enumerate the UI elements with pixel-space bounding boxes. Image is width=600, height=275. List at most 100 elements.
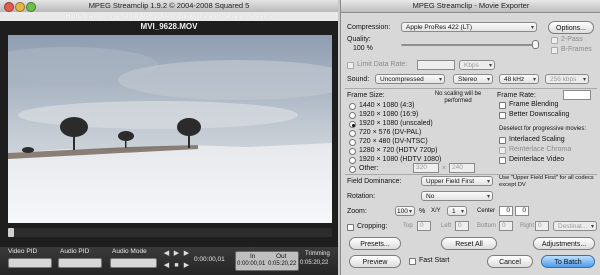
options-button[interactable]: Options...: [548, 21, 594, 34]
data-rate-unit-select[interactable]: Kbps: [459, 60, 495, 70]
interlaced-scaling-label: Interlaced Scaling: [509, 136, 565, 143]
xy-label: X/Y: [431, 208, 441, 214]
frame-size-option-label: 720 × 576 (DV-PAL): [359, 129, 422, 136]
crop-left-input[interactable]: 0: [455, 221, 469, 231]
bottom-label: Bottom: [477, 223, 497, 229]
frame-size-radio[interactable]: [349, 166, 356, 173]
play-icon[interactable]: ▶: [172, 249, 181, 258]
bframes-checkbox[interactable]: [551, 47, 558, 54]
trimming-label: Trimming: [305, 251, 330, 257]
compression-select[interactable]: Apple ProRes 422 (LT): [401, 22, 537, 32]
player-window: MPEG Streamclip 1.9.2 © 2004-2008 Square…: [0, 0, 338, 275]
frame-size-radio[interactable]: [349, 103, 356, 110]
other-x-label: ×: [442, 165, 447, 172]
current-timecode: 0:00:00,01: [194, 256, 225, 263]
cropping-label: Cropping:: [357, 223, 388, 230]
sound-bitrate-select[interactable]: 256 kbps: [545, 74, 589, 84]
rotation-label: Rotation:: [347, 193, 376, 200]
deinterlace-video-checkbox[interactable]: [499, 157, 506, 164]
quality-label: Quality:: [347, 36, 371, 43]
xy-select[interactable]: 1: [447, 206, 467, 216]
reinterlace-chroma-checkbox[interactable]: [499, 147, 506, 154]
frame-size-option-label: 1920 × 1080 (16:9): [359, 111, 419, 118]
cropping-checkbox[interactable]: [347, 224, 354, 231]
right-label: Right: [520, 223, 535, 229]
presets-button[interactable]: Presets...: [349, 237, 401, 250]
fast-start-label: Fast Start: [419, 257, 450, 264]
quality-slider-track[interactable]: [401, 44, 539, 46]
fast-start-checkbox[interactable]: [409, 258, 416, 265]
cancel-button[interactable]: Cancel: [487, 255, 533, 268]
data-rate-input[interactable]: [417, 60, 455, 70]
video-pid-label: Video PID: [8, 248, 38, 255]
movie-exporter-dialog: MPEG Streamclip - Movie Exporter Compres…: [340, 0, 600, 275]
exporter-title: MPEG Streamclip - Movie Exporter: [412, 1, 530, 10]
audio-mode-select[interactable]: [110, 258, 157, 268]
stop-icon[interactable]: ■: [172, 261, 181, 270]
timeline-playhead[interactable]: [8, 228, 14, 237]
frame-size-label: Frame Size:: [347, 92, 385, 99]
adjustments-button[interactable]: Adjustments...: [533, 237, 595, 250]
deselect-note: Deselect for progressive movies:: [499, 126, 587, 132]
limit-data-rate-label: Limit Data Rate:: [357, 61, 408, 68]
limit-data-rate-checkbox[interactable]: [347, 62, 354, 69]
center-label: Center: [477, 208, 496, 214]
crop-bottom-input[interactable]: 0: [499, 221, 513, 231]
step-forward-icon[interactable]: ▶: [182, 261, 191, 270]
video-frame: [8, 35, 332, 223]
frame-blending-checkbox[interactable]: [499, 102, 506, 109]
other-label: Other:: [359, 165, 379, 172]
player-title: MPEG Streamclip 1.9.2 © 2004-2008 Square…: [88, 1, 250, 10]
trimming-time: 0:05:20,22: [300, 260, 329, 266]
forward-icon[interactable]: ▶: [182, 249, 191, 258]
zoom-select[interactable]: 100: [395, 206, 415, 216]
reset-all-button[interactable]: Reset All: [441, 237, 497, 250]
quality-slider-thumb[interactable]: [532, 40, 539, 49]
frame-size-radio[interactable]: [349, 157, 356, 164]
sound-codec-select[interactable]: Uncompressed: [375, 74, 445, 84]
better-downscaling-label: Better Downscaling: [509, 111, 570, 118]
sound-label: Sound:: [347, 76, 370, 83]
interlaced-scaling-checkbox[interactable]: [499, 137, 506, 144]
rotation-select[interactable]: No: [421, 191, 493, 201]
center-y-input[interactable]: 0: [515, 206, 529, 216]
other-height-input[interactable]: 240: [449, 163, 475, 173]
to-batch-button[interactable]: To Batch: [541, 255, 595, 268]
crop-right-input[interactable]: 0: [535, 221, 549, 231]
top-label: Top: [403, 223, 413, 229]
frame-size-radio[interactable]: [349, 130, 356, 137]
frame-size-option-label: 720 × 480 (DV-NTSC): [359, 138, 428, 145]
deinterlace-video-label: Deinterlace Video: [509, 156, 565, 163]
frame-size-option-label: 1920 × 1080 (unscaled): [359, 120, 433, 127]
exporter-titlebar: MPEG Streamclip - Movie Exporter: [341, 0, 600, 13]
frame-rate-label: Frame Rate:: [497, 92, 536, 99]
frame-size-radio-selected[interactable]: [349, 121, 356, 128]
frame-blending-label: Frame Blending: [509, 101, 559, 108]
audio-pid-select[interactable]: [58, 258, 102, 268]
field-dominance-select[interactable]: Upper Field First: [421, 176, 493, 186]
field-dominance-label: Field Dominance:: [347, 178, 402, 185]
sound-rate-select[interactable]: 48 kHz: [499, 74, 539, 84]
reinterlace-chroma-label: Reinterlace Chroma: [509, 146, 572, 153]
out-time: 0:05:20,22: [268, 261, 297, 267]
frame-size-radio[interactable]: [349, 139, 356, 146]
preview-button[interactable]: Preview: [349, 255, 401, 268]
no-scaling-note: No scaling will be performed: [434, 91, 482, 104]
rewind-icon[interactable]: ◀: [162, 249, 171, 258]
crop-top-input[interactable]: 0: [417, 221, 431, 231]
frame-size-radio[interactable]: [349, 148, 356, 155]
timeline-scrubber[interactable]: [8, 228, 332, 237]
frame-size-option-label: 1920 × 1080 (HDTV 1080): [359, 156, 442, 163]
other-width-input[interactable]: 320: [413, 163, 439, 173]
video-pid-select[interactable]: [8, 258, 52, 268]
sound-channels-select[interactable]: Stereo: [453, 74, 493, 84]
frame-rate-input[interactable]: [563, 90, 591, 100]
two-pass-checkbox[interactable]: [551, 37, 558, 44]
destination-select[interactable]: Destinat...: [553, 221, 597, 231]
in-label: In: [250, 253, 256, 260]
center-x-input[interactable]: 0: [499, 206, 513, 216]
better-downscaling-checkbox[interactable]: [499, 112, 506, 119]
step-back-icon[interactable]: ◀: [162, 261, 171, 270]
quality-value: 100 %: [353, 45, 373, 52]
frame-size-radio[interactable]: [349, 112, 356, 119]
